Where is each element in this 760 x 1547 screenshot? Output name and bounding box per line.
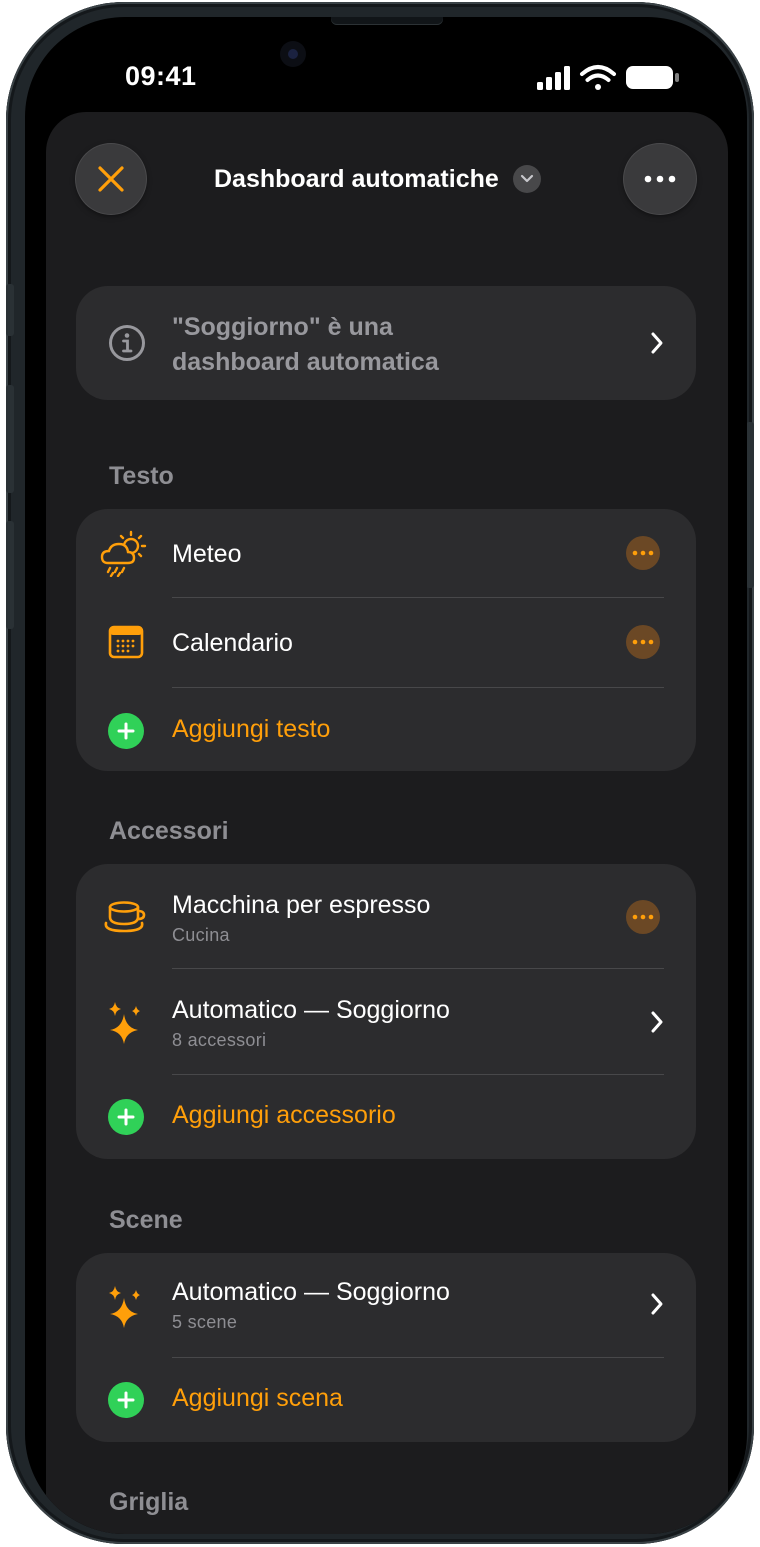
earpiece-speaker [331, 17, 443, 25]
ellipsis-icon [632, 639, 654, 645]
list-item-calendario[interactable]: Calendario [76, 598, 696, 687]
add-icon [108, 1099, 144, 1135]
chevron-right-icon [651, 332, 663, 354]
ellipsis-icon [632, 550, 654, 556]
list-item-subtitle: Cucina [172, 925, 230, 945]
calendar-icon [100, 616, 152, 668]
add-icon [108, 1382, 144, 1418]
info-banner-line1: "Soggiorno" è una [172, 313, 393, 341]
list-item-title: Macchina per espresso [172, 891, 431, 919]
sparkles-icon [100, 996, 152, 1048]
page-title: Dashboard automatiche [214, 164, 499, 193]
chevron-right-icon [651, 1011, 663, 1033]
section-header-griglia: Griglia [109, 1488, 189, 1516]
front-camera [280, 41, 306, 67]
wifi-icon [580, 65, 616, 90]
list-item-meteo[interactable]: Meteo [76, 509, 696, 597]
chevron-down-icon [512, 165, 541, 193]
ellipsis-icon [632, 914, 654, 920]
list-item-subtitle: 5 scene [172, 1312, 238, 1332]
item-options-button[interactable] [626, 536, 660, 570]
info-banner-line2: dashboard automatica [172, 348, 439, 376]
action-button [6, 284, 14, 336]
weather-icon [100, 527, 152, 579]
list-item-automatico-accessori[interactable]: Automatico — Soggiorno 8 accessori [76, 969, 696, 1074]
automatic-dashboard-info-banner[interactable]: "Soggiorno" è una dashboard automatica [76, 286, 696, 400]
more-options-button[interactable] [624, 144, 696, 214]
close-button[interactable] [76, 144, 146, 214]
side-button [746, 422, 754, 588]
item-options-button[interactable] [626, 625, 660, 659]
close-icon [98, 166, 124, 192]
testo-card: Meteo Calendario Aggiungi testo [76, 509, 696, 771]
list-item-automatico-scene[interactable]: Automatico — Soggiorno 5 scene [76, 1253, 696, 1357]
add-scene-button[interactable]: Aggiungi scena [76, 1358, 696, 1442]
coffee-cup-icon [100, 891, 152, 943]
item-options-button[interactable] [626, 900, 660, 934]
volume-up-button [6, 385, 14, 493]
add-scene-label: Aggiungi scena [172, 1384, 343, 1412]
add-text-label: Aggiungi testo [172, 715, 331, 743]
list-item-title: Calendario [172, 629, 293, 657]
info-icon [108, 324, 146, 367]
list-item-title: Automatico — Soggiorno [172, 996, 450, 1024]
dashboard-sheet: Dashboard automatiche "Soggiorno" è una … [46, 112, 728, 1534]
add-accessory-button[interactable]: Aggiungi accessorio [76, 1075, 696, 1159]
scene-card: Automatico — Soggiorno 5 scene Aggiungi … [76, 1253, 696, 1442]
list-item-macchina-espresso[interactable]: Macchina per espresso Cucina [76, 864, 696, 968]
info-banner-text: "Soggiorno" è una dashboard automatica [172, 310, 592, 380]
list-item-subtitle: 8 accessori [172, 1030, 267, 1050]
status-time: 09:41 [125, 61, 197, 91]
accessori-card: Macchina per espresso Cucina Automatico … [76, 864, 696, 1159]
add-accessory-label: Aggiungi accessorio [172, 1101, 396, 1129]
chevron-right-icon [651, 1293, 663, 1315]
list-item-title: Automatico — Soggiorno [172, 1278, 450, 1306]
status-icons [535, 63, 685, 93]
list-item-title: Meteo [172, 540, 242, 568]
sparkles-icon [100, 1280, 152, 1332]
battery-icon [626, 66, 679, 89]
add-text-button[interactable]: Aggiungi testo [76, 688, 696, 771]
dashboard-title-picker[interactable]: Dashboard automatiche [214, 164, 541, 194]
section-header-scene: Scene [109, 1206, 183, 1234]
cellular-signal-icon [537, 66, 570, 90]
section-header-accessori: Accessori [109, 817, 229, 845]
screen: 09:41 Dashboard automatiche "Soggiorno" … [25, 17, 747, 1534]
section-header-testo: Testo [109, 462, 174, 490]
add-icon [108, 713, 144, 749]
phone-frame: 09:41 Dashboard automatiche "Soggiorno" … [6, 2, 754, 1544]
volume-down-button [6, 521, 14, 629]
ellipsis-icon [644, 175, 676, 183]
